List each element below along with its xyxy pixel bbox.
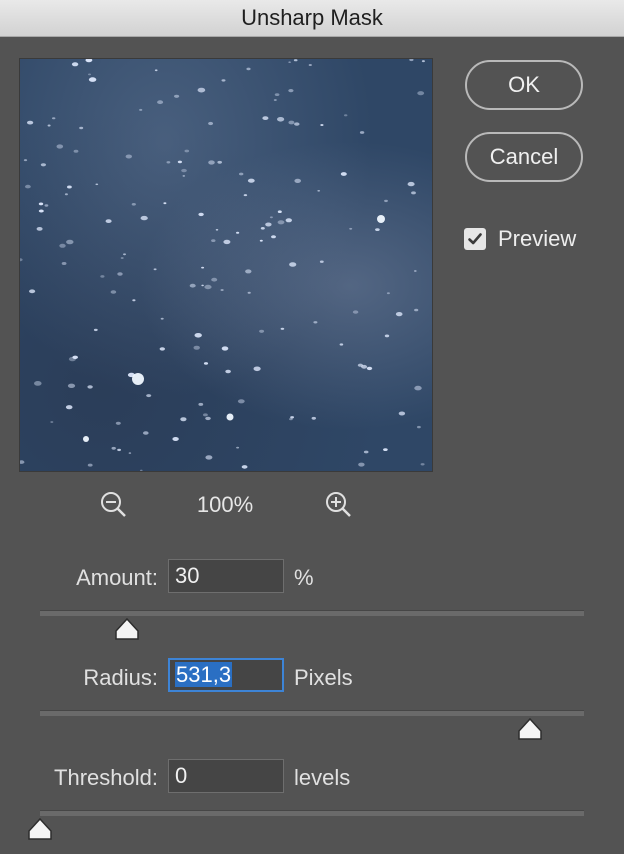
threshold-label: Threshold: (54, 765, 158, 790)
window-titlebar[interactable]: Unsharp Mask (0, 0, 624, 37)
preview-image[interactable] (19, 58, 433, 472)
amount-unit: % (294, 565, 314, 590)
threshold-slider-track[interactable] (40, 810, 584, 816)
threshold-slider-thumb[interactable] (27, 817, 53, 841)
threshold-input[interactable]: 0 (168, 759, 284, 793)
zoom-level: 100% (196, 492, 254, 517)
preview-label: Preview (498, 226, 577, 251)
cancel-button[interactable]: Cancel (465, 132, 583, 182)
preview-toggle[interactable]: Preview (464, 226, 576, 252)
radius-label: Radius: (83, 665, 158, 690)
window-title: Unsharp Mask (241, 5, 383, 30)
checkmark-icon (468, 233, 482, 245)
ok-button[interactable]: OK (465, 60, 583, 110)
radius-value: 531,3 (175, 662, 233, 687)
threshold-unit: levels (294, 765, 351, 790)
radius-slider-track[interactable] (40, 710, 584, 716)
zoom-controls: 100% (19, 488, 431, 522)
preview-noise-pattern (20, 59, 425, 471)
amount-label: Amount: (76, 565, 158, 590)
preview-checkbox[interactable] (464, 228, 486, 250)
zoom-in-icon[interactable] (324, 490, 354, 520)
unsharp-mask-dialog: Unsharp Mask 100% OK Cancel Preview Amou… (0, 0, 624, 854)
radius-input[interactable]: 531,3 (168, 658, 284, 692)
amount-value: 30 (175, 563, 200, 588)
amount-input[interactable]: 30 (168, 559, 284, 593)
radius-unit: Pixels (294, 665, 353, 690)
radius-slider-thumb[interactable] (517, 717, 543, 741)
threshold-value: 0 (175, 763, 188, 788)
zoom-out-icon[interactable] (99, 490, 129, 520)
amount-slider-thumb[interactable] (114, 617, 140, 641)
amount-slider-track[interactable] (40, 610, 584, 616)
